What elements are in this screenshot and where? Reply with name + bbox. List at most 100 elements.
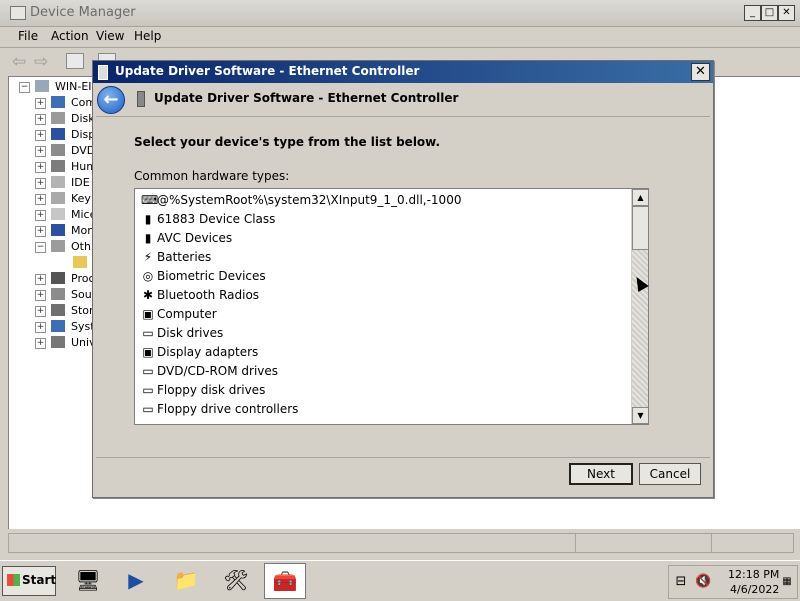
expand-icon[interactable]: + (35, 274, 46, 285)
server-manager-icon[interactable]: 🖥 (68, 563, 108, 597)
expand-icon[interactable]: + (35, 306, 46, 317)
expand-icon[interactable]: + (35, 178, 46, 189)
menu-view[interactable]: View (96, 29, 124, 43)
scroll-thumb[interactable] (632, 206, 648, 250)
forward-arrow-icon[interactable]: ⇨ (34, 52, 48, 72)
expand-icon[interactable]: + (35, 338, 46, 349)
update-driver-dialog: Update Driver Software - Ethernet Contro… (92, 60, 714, 498)
start-button[interactable]: Start (2, 566, 56, 596)
close-window-button[interactable]: ✕ (778, 5, 795, 21)
expand-icon[interactable]: + (35, 290, 46, 301)
list-item[interactable]: ▣ Computer (137, 305, 627, 324)
ide-icon (51, 176, 65, 188)
dialog-header: ← Update Driver Software - Ethernet Cont… (93, 83, 713, 115)
collapse-icon[interactable]: − (35, 242, 46, 253)
unknown-device-icon (51, 240, 65, 252)
gamepad-icon: ⌨ (141, 193, 159, 207)
processor-icon (51, 272, 65, 284)
menu-file[interactable]: File (18, 29, 38, 43)
display-icon (51, 128, 65, 140)
keyboard-icon (51, 192, 65, 204)
back-button[interactable]: ← (97, 86, 125, 114)
expand-icon[interactable]: + (35, 98, 46, 109)
expand-icon[interactable]: + (35, 114, 46, 125)
expand-icon[interactable]: + (35, 210, 46, 221)
device-class-icon: ▮ (144, 212, 152, 226)
list-item-label: Display adapters (157, 345, 259, 359)
status-divider (711, 534, 712, 552)
list-item[interactable]: ▣ Display adapters (137, 343, 627, 362)
expand-icon[interactable]: + (35, 194, 46, 205)
device-manager-icon (10, 6, 26, 20)
monitor-icon (51, 224, 65, 236)
disk-icon: ▭ (142, 326, 154, 340)
list-item-label: Disk drives (157, 326, 224, 340)
list-item-label: Computer (157, 307, 217, 321)
header-title: Update Driver Software - Ethernet Contro… (154, 91, 459, 105)
list-item[interactable]: ▮ 61883 Device Class (137, 210, 627, 229)
list-item[interactable]: ⚡ Batteries (137, 248, 627, 267)
list-item[interactable]: ⌨ @%SystemRoot%\system32\XInput9_1_0.dll,… (137, 191, 627, 210)
back-arrow-icon[interactable]: ⇦ (12, 52, 26, 72)
admin-tools-icon[interactable]: 🛠 (216, 563, 256, 597)
ethernet-controller-icon (137, 91, 145, 107)
dialog-title: Update Driver Software - Ethernet Contro… (115, 64, 420, 78)
display-icon: ▣ (142, 345, 154, 359)
list-item-label: Floppy drive controllers (157, 402, 299, 416)
list-item-label: AVC Devices (157, 231, 233, 245)
expand-icon[interactable]: + (35, 226, 46, 237)
expand-icon[interactable]: + (35, 322, 46, 333)
next-button[interactable]: Next (569, 463, 633, 485)
hardware-types-list[interactable]: ⌨ @%SystemRoot%\system32\XInput9_1_0.dll,… (134, 188, 649, 425)
disk-icon (51, 112, 65, 124)
collapse-icon[interactable]: − (19, 82, 30, 93)
explorer-folder-icon[interactable]: 📁 (166, 563, 206, 597)
list-item-label: @%SystemRoot%\system32\XInput9_1_0.dll,-… (157, 193, 462, 207)
dialog-titlebar: Update Driver Software - Ethernet Contro… (93, 61, 713, 83)
sound-icon (51, 288, 65, 300)
windows-logo-icon (7, 574, 20, 586)
computer-icon: ▣ (142, 307, 154, 321)
list-item[interactable]: ▮ AVC Devices (137, 229, 627, 248)
expand-icon[interactable]: + (35, 162, 46, 173)
menu-action[interactable]: Action (51, 29, 89, 43)
device-manager-titlebar: Device Manager _ □ ✕ (0, 0, 800, 27)
warning-icon (73, 256, 87, 268)
list-item[interactable]: ▭ Disk drives (137, 324, 627, 343)
expand-icon[interactable]: + (35, 130, 46, 141)
mouse-icon (51, 208, 65, 220)
show-desktop-icon[interactable]: ▦ (779, 574, 795, 590)
list-item[interactable]: ✱ Bluetooth Radios (137, 286, 627, 305)
expand-icon[interactable]: + (35, 146, 46, 157)
device-manager-title: Device Manager (30, 5, 136, 20)
list-item-label: DVD/CD-ROM drives (157, 364, 279, 378)
clock-time[interactable]: 12:18 PM (728, 568, 779, 581)
list-item[interactable]: ▭ Floppy disk drives (137, 381, 627, 400)
list-item-label: Batteries (157, 250, 212, 264)
usb-icon (51, 336, 65, 348)
scroll-down-button[interactable]: ▼ (632, 407, 648, 424)
clock-date[interactable]: 4/6/2022 (730, 583, 779, 596)
maximize-button[interactable]: □ (761, 5, 778, 21)
list-scrollbar[interactable]: ▲ ▼ (631, 189, 648, 424)
list-item[interactable]: ▭ DVD/CD-ROM drives (137, 362, 627, 381)
system-icon (51, 320, 65, 332)
dialog-close-button[interactable]: ✕ (691, 63, 710, 81)
minimize-button[interactable]: _ (744, 5, 761, 21)
list-item-label: Floppy disk drives (157, 383, 266, 397)
avc-icon: ▮ (144, 231, 152, 245)
volume-icon[interactable]: 🔇 (695, 574, 711, 590)
powershell-icon[interactable]: ▶ (116, 563, 156, 597)
menu-help[interactable]: Help (134, 29, 161, 43)
list-item[interactable]: ▭ Floppy drive controllers (137, 400, 627, 419)
show-hide-tree-icon[interactable] (66, 53, 84, 69)
status-bar (8, 533, 794, 553)
device-type-prompt: Select your device's type from the list … (134, 135, 441, 149)
battery-icon: ⚡ (143, 250, 153, 264)
device-manager-taskbar-icon[interactable]: 🧰 (264, 563, 306, 599)
list-item[interactable]: ◎ Biometric Devices (137, 267, 627, 286)
cancel-button[interactable]: Cancel (639, 463, 701, 485)
start-label: Start (22, 573, 57, 587)
network-icon[interactable]: ⊟ (673, 574, 689, 590)
scroll-up-button[interactable]: ▲ (632, 189, 648, 206)
